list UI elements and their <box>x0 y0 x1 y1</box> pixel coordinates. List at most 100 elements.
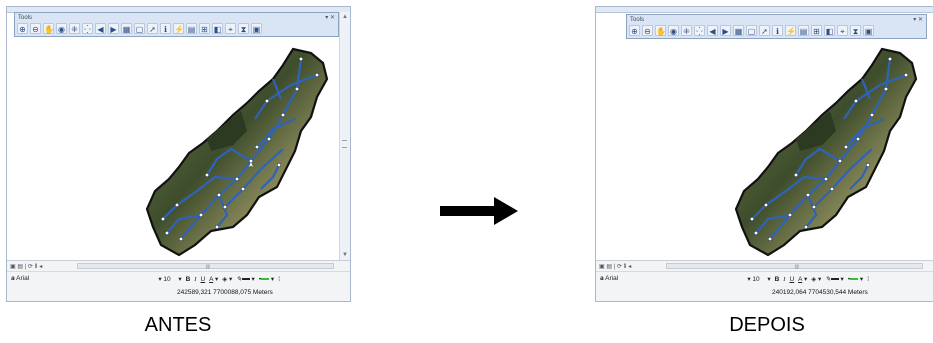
line-color-icon[interactable]: ✎ ▾ <box>236 275 255 283</box>
font-name-dropdown[interactable]: 𝐚 Arial <box>11 275 89 283</box>
select-features-icon[interactable]: ▦ <box>733 25 744 36</box>
bottom-toolbars: ▣ ▤ | ⟳ Ⅱ ◂ ▥ 𝐚 Arial ▾ 10 ▾ B I U A ▾ ◈… <box>596 260 933 301</box>
cursor-coordinates: 240192,064 7704530,544 Meters <box>772 289 868 296</box>
horizontal-scrollbar[interactable]: ▣ ▤ | ⟳ Ⅱ ◂ ▥ <box>7 261 350 272</box>
bold-button[interactable]: B <box>186 276 191 283</box>
full-extent-icon[interactable]: ◉ <box>56 23 67 34</box>
tools-toolbar-before[interactable]: Tools ▾ ✕ ⊕ ⊖ ✋ ◉ ⁜ ⁛ ◀ ▶ ▦ ▢ ➚ ℹ ⚡ ▤ ⊞ ◧ ⌖ ⧗ ▣ <box>14 12 339 37</box>
back-icon[interactable]: ◀ <box>707 25 718 36</box>
scroll-track[interactable]: ▥ <box>77 263 334 270</box>
pan-icon[interactable]: ✋ <box>655 25 666 36</box>
create-viewer-icon[interactable]: ▣ <box>251 23 262 34</box>
font-size-value: 10 <box>163 276 171 283</box>
fixed-zoom-out-icon[interactable]: ⁛ <box>694 25 705 36</box>
identify-icon[interactable]: ℹ <box>160 23 171 34</box>
scroll-up-icon[interactable]: ▲ <box>340 13 350 22</box>
underline-button[interactable]: U <box>200 276 205 283</box>
tools-title-bar[interactable]: Tools ▾ ✕ <box>630 16 926 24</box>
full-extent-icon[interactable]: ◉ <box>668 25 679 36</box>
pointer-icon[interactable]: ➚ <box>147 23 158 34</box>
hyperlink-icon[interactable]: ⚡ <box>173 23 184 34</box>
line-color-icon[interactable]: ✎ ▾ <box>825 275 844 283</box>
fixed-zoom-in-icon[interactable]: ⁜ <box>681 25 692 36</box>
size-chevron-icon: ▾ <box>178 276 182 283</box>
fixed-zoom-out-icon[interactable]: ⁛ <box>82 23 93 34</box>
hyperlink-icon[interactable]: ⚡ <box>785 25 796 36</box>
status-bar: 242589,321 7700088,075 Meters <box>7 288 350 299</box>
caption-after: DEPOIS <box>729 314 805 336</box>
font-color-button[interactable]: A ▾ <box>209 275 218 283</box>
go-to-xy-icon[interactable]: ⌖ <box>837 25 848 36</box>
font-size-dropdown[interactable]: ▾ 10 <box>158 275 174 283</box>
italic-button[interactable]: I <box>783 276 785 283</box>
clear-selection-icon[interactable]: ▢ <box>134 23 145 34</box>
find-icon[interactable]: ◧ <box>824 25 835 36</box>
window-top-strip <box>596 7 933 13</box>
html-popup-icon[interactable]: ▤ <box>186 23 197 34</box>
fill-color-icon[interactable]: ◈ ▾ <box>222 275 232 283</box>
close-icon[interactable]: ▾ ✕ <box>325 14 335 22</box>
horizontal-scrollbar[interactable]: ▣ ▤ | ⟳ Ⅱ ◂ ▥ <box>596 261 933 272</box>
draw-toolbar: 𝐚 Arial ▾ 10 ▾ B I U A ▾ ◈ ▾ ✎ ▾ • ▾ ⁞ <box>596 272 933 286</box>
cursor-coordinates: 242589,321 7700088,075 Meters <box>177 289 273 296</box>
font-color-label: A <box>798 276 803 283</box>
zoom-in-icon[interactable]: ⊕ <box>17 23 28 34</box>
toolbar-options-icon[interactable]: ⁞ <box>278 276 280 283</box>
scroll-thumb[interactable] <box>342 140 347 148</box>
underline-button[interactable]: U <box>789 276 794 283</box>
tools-toolbar-after[interactable]: Tools ▾ ✕ ⊕ ⊖ ✋ ◉ ⁜ ⁛ ◀ ▶ ▦ ▢ ➚ ℹ ⚡ ▤ ⊞ ◧ ⌖ ⧗ ▣ <box>626 14 927 39</box>
bold-button[interactable]: B <box>775 276 780 283</box>
fixed-zoom-in-icon[interactable]: ⁜ <box>69 23 80 34</box>
marker-color-icon[interactable]: • ▾ <box>259 275 274 283</box>
layout-view-icon[interactable]: ▣ ▤ | ⟳ Ⅱ ◂ <box>10 263 42 270</box>
scroll-down-icon[interactable]: ▼ <box>340 251 350 260</box>
go-to-xy-icon[interactable]: ⌖ <box>225 23 236 34</box>
tools-buttons: ⊕ ⊖ ✋ ◉ ⁜ ⁛ ◀ ▶ ▦ ▢ ➚ ℹ ⚡ ▤ ⊞ ◧ ⌖ ⧗ ▣ <box>17 22 336 35</box>
draw-toolbar: 𝐚 Arial ▾ 10 ▾ B I U A ▾ ◈ ▾ ✎ ▾ • ▾ ⁞ <box>7 272 350 286</box>
tools-buttons: ⊕ ⊖ ✋ ◉ ⁜ ⁛ ◀ ▶ ▦ ▢ ➚ ℹ ⚡ ▤ ⊞ ◧ ⌖ ⧗ ▣ <box>629 24 924 37</box>
status-bar: 240192,064 7704530,544 Meters <box>596 288 933 299</box>
tools-title-bar[interactable]: Tools ▾ ✕ <box>18 14 338 22</box>
scroll-track[interactable]: ▥ <box>666 263 923 270</box>
create-viewer-icon[interactable]: ▣ <box>863 25 874 36</box>
forward-icon[interactable]: ▶ <box>720 25 731 36</box>
identify-icon[interactable]: ℹ <box>772 25 783 36</box>
measure-icon[interactable]: ⊞ <box>811 25 822 36</box>
layout-view-icon[interactable]: ▣ ▤ | ⟳ Ⅱ ◂ <box>599 263 631 270</box>
fill-color-icon[interactable]: ◈ ▾ <box>811 275 821 283</box>
toolbar-options-icon[interactable]: ⁞ <box>867 276 869 283</box>
size-chevron-icon: ▾ <box>767 276 771 283</box>
zoom-in-icon[interactable]: ⊕ <box>629 25 640 36</box>
time-slider-icon[interactable]: ⧗ <box>850 25 861 36</box>
zoom-out-icon[interactable]: ⊖ <box>642 25 653 36</box>
marker-color-icon[interactable]: • ▾ <box>848 275 863 283</box>
screenshot-after: ▣ ▤ | ⟳ Ⅱ ◂ ▥ 𝐚 Arial ▾ 10 ▾ B I U A ▾ ◈… <box>595 6 933 302</box>
screenshot-before: ▲ ▼ ▣ ▤ | ⟳ Ⅱ ◂ ▥ 𝐚 Arial ▾ 10 ▾ B I U A… <box>6 6 351 302</box>
time-slider-icon[interactable]: ⧗ <box>238 23 249 34</box>
font-size-dropdown[interactable]: ▾ 10 <box>747 275 763 283</box>
measure-icon[interactable]: ⊞ <box>199 23 210 34</box>
html-popup-icon[interactable]: ▤ <box>798 25 809 36</box>
font-name-value: Arial <box>16 275 30 282</box>
zoom-out-icon[interactable]: ⊖ <box>30 23 41 34</box>
caption-before: ANTES <box>144 314 212 336</box>
find-icon[interactable]: ◧ <box>212 23 223 34</box>
font-name-dropdown[interactable]: 𝐚 Arial <box>600 275 678 283</box>
tools-title: Tools <box>18 15 33 21</box>
font-color-button[interactable]: A ▾ <box>798 275 807 283</box>
map-view[interactable] <box>600 19 930 259</box>
tools-title: Tools <box>630 17 645 23</box>
map-view[interactable] <box>11 19 341 259</box>
font-size-value: 10 <box>752 276 760 283</box>
back-icon[interactable]: ◀ <box>95 23 106 34</box>
clear-selection-icon[interactable]: ▢ <box>746 25 757 36</box>
right-arrow-icon <box>440 197 518 225</box>
select-features-icon[interactable]: ▦ <box>121 23 132 34</box>
font-name-value: Arial <box>605 275 619 282</box>
italic-button[interactable]: I <box>194 276 196 283</box>
vertical-scrollbar[interactable]: ▲ ▼ <box>339 12 350 261</box>
pan-icon[interactable]: ✋ <box>43 23 54 34</box>
forward-icon[interactable]: ▶ <box>108 23 119 34</box>
pointer-icon[interactable]: ➚ <box>759 25 770 36</box>
close-icon[interactable]: ▾ ✕ <box>913 16 923 24</box>
